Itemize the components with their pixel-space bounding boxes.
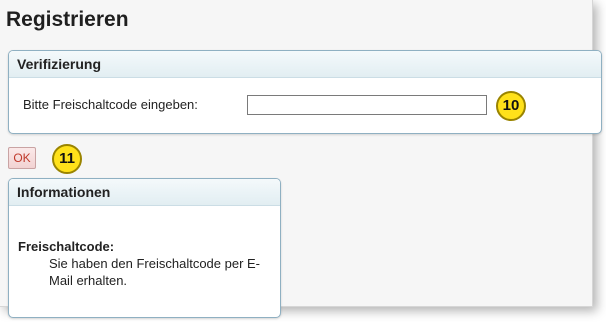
code-input[interactable]	[247, 95, 487, 115]
verification-heading: Verifizierung	[9, 51, 601, 78]
page-title: Registrieren	[6, 8, 129, 31]
info-heading: Informationen	[9, 179, 280, 206]
info-description: Sie haben den Freischaltcode per E-Mail …	[49, 256, 261, 288]
info-panel: Informationen Freischaltcode: Sie haben …	[8, 178, 281, 318]
info-term: Freischaltcode:	[18, 239, 115, 254]
code-label: Bitte Freischaltcode eingeben:	[23, 97, 198, 112]
ok-button[interactable]: OK	[8, 147, 36, 169]
verification-panel: Verifizierung Bitte Freischaltcode einge…	[8, 50, 602, 134]
step-badge-11: 11	[52, 144, 82, 174]
step-badge-10: 10	[496, 91, 526, 121]
